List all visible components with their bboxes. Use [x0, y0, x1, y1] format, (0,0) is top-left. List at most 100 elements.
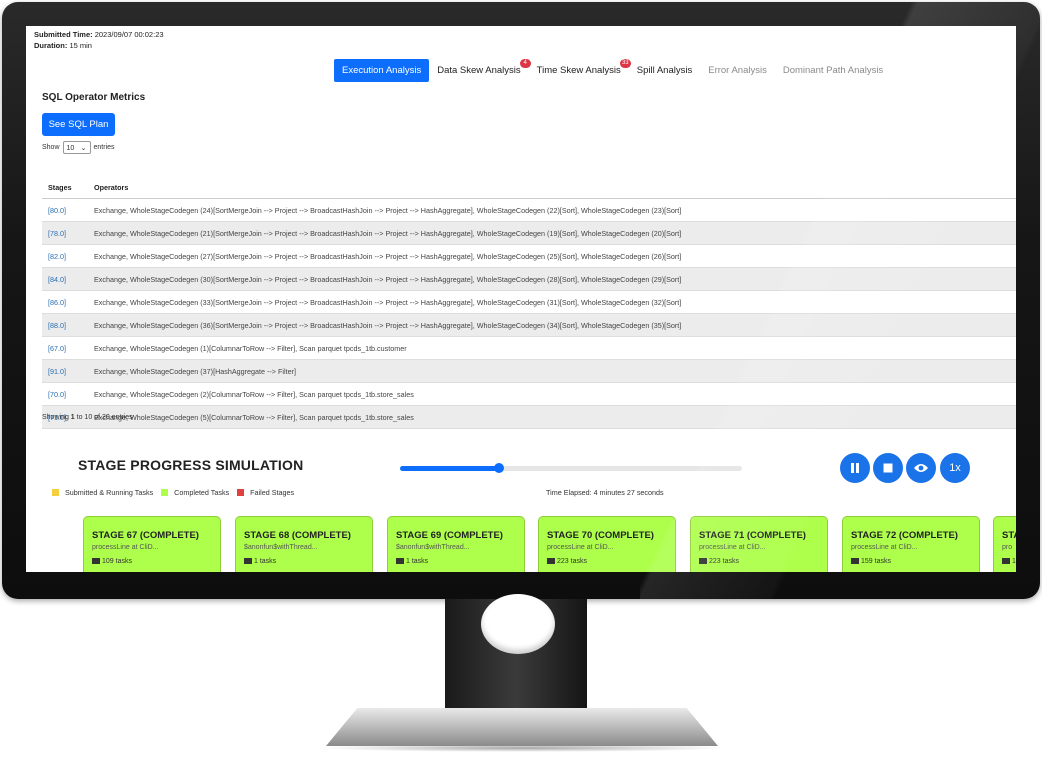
- stage-card-call-site: $anonfun$withThread...: [396, 544, 470, 551]
- stage-card-call-site: $anonfun$withThread...: [244, 544, 318, 551]
- submitted-value: 2023/09/07 00:02:23: [94, 30, 164, 39]
- stage-card-call-site: processLine at CliD...: [699, 544, 766, 551]
- stage-card-tasks: 1 tasks: [244, 558, 364, 565]
- see-sql-plan-button[interactable]: See SQL Plan: [42, 113, 115, 136]
- table-row: [84.0] Exchange, WholeStageCodegen (30)[S…: [42, 267, 1016, 291]
- analysis-tabs: Execution Analysis Data Skew Analysis 4 T…: [334, 59, 891, 82]
- entries-select[interactable]: 10 ⌄: [62, 141, 91, 154]
- tab-execution-analysis[interactable]: Execution Analysis: [334, 59, 430, 82]
- table-row: [86.0] Exchange, WholeStageCodegen (33)[S…: [42, 290, 1016, 314]
- simulation-legend: Submitted & Running Tasks Completed Task…: [52, 488, 294, 497]
- stage-card[interactable]: STAGE 72 (COMPLETE) processLine at CliD..…: [842, 516, 980, 572]
- simulation-title: STAGE PROGRESS SIMULATION: [78, 457, 304, 473]
- section-title: SQL Operator Metrics: [42, 92, 146, 103]
- tab-label: Spill Analysis: [636, 65, 693, 76]
- stage-link[interactable]: [78.0]: [42, 221, 93, 245]
- stage-link[interactable]: [80.0]: [42, 198, 93, 222]
- stage-card[interactable]: STAGE 71 (COMPLETE) processLine at CliD..…: [690, 516, 828, 572]
- stage-card-tasks: 223 tasks: [547, 558, 667, 565]
- operators-cell: Exchange, WholeStageCodegen (27)[SortMer…: [93, 244, 1016, 268]
- job-meta: Submitted Time: 2023/09/07 00:02:23 Dura…: [34, 29, 164, 51]
- tab-error-analysis[interactable]: Error Analysis: [700, 59, 775, 82]
- table-info-prefix: Showing: [42, 414, 71, 421]
- submitted-label: Submitted Time:: [34, 30, 93, 39]
- monitor-screen: Submitted Time: 2023/09/07 00:02:23 Dura…: [26, 26, 1016, 572]
- table-row: [67.0] Exchange, WholeStageCodegen (1)[Co…: [42, 336, 1016, 360]
- table-row: [70.0] Exchange, WholeStageCodegen (2)[Co…: [42, 382, 1016, 406]
- slider-thumb[interactable]: [494, 463, 505, 473]
- tasks-icon: [396, 558, 404, 565]
- table-row: [82.0] Exchange, WholeStageCodegen (27)[S…: [42, 244, 1016, 268]
- table-row: [71.0] Exchange, WholeStageCodegen (5)[Co…: [42, 405, 1016, 429]
- stage-card[interactable]: STAGE 68 (COMPLETE) $anonfun$withThread..…: [235, 516, 373, 572]
- show-label: Show: [42, 144, 60, 151]
- tab-label: Dominant Path Analysis: [782, 65, 884, 76]
- operators-cell: Exchange, WholeStageCodegen (2)[Columnar…: [93, 382, 1016, 406]
- simulation-progress-slider[interactable]: [400, 463, 742, 473]
- legend-label: Failed Stages: [250, 488, 295, 497]
- pause-button[interactable]: [840, 453, 870, 483]
- stage-card-task-count: 159 tasks: [861, 558, 891, 565]
- table-row: [80.0] Exchange, WholeStageCodegen (24)[S…: [42, 198, 1016, 222]
- tasks-icon: [851, 558, 859, 565]
- stage-card-title: STAGE 68 (COMPLETE): [244, 530, 351, 541]
- tab-data-skew-analysis[interactable]: Data Skew Analysis 4: [429, 59, 531, 82]
- table-info: Showing 1 to 10 of 20 entries: [42, 414, 133, 421]
- stage-link[interactable]: [82.0]: [42, 244, 93, 268]
- stage-card-call-site: pro: [1002, 544, 1013, 551]
- tasks-icon: [92, 558, 100, 565]
- stage-card[interactable]: STAGE 69 (COMPLETE) $anonfun$withThread..…: [387, 516, 525, 572]
- stage-card-title: STAGE 72 (COMPLETE): [851, 530, 958, 541]
- tasks-icon: [547, 558, 555, 565]
- monitor-base: [326, 708, 718, 746]
- stage-card[interactable]: STAGE 70 (COMPLETE) processLine at CliD..…: [538, 516, 676, 572]
- stage-card-title: STAGE 69 (COMPLETE): [396, 530, 503, 541]
- table-row: [91.0] Exchange, WholeStageCodegen (37)[H…: [42, 359, 1016, 383]
- entries-label: entries: [93, 144, 115, 151]
- pause-icon: [851, 463, 859, 473]
- stage-card-call-site: processLine at CliD...: [547, 544, 614, 551]
- stage-link[interactable]: [67.0]: [42, 336, 93, 360]
- stage-card[interactable]: STA pro 1: [993, 516, 1016, 572]
- tab-time-skew-analysis[interactable]: Time Skew Analysis 33: [529, 59, 631, 82]
- view-button[interactable]: [906, 453, 936, 483]
- tasks-icon: [699, 558, 707, 565]
- stage-card-call-site: processLine at CliD...: [851, 544, 918, 551]
- stage-link[interactable]: [84.0]: [42, 267, 93, 291]
- stage-card-task-count: 109 tasks: [102, 558, 132, 565]
- stage-card-title: STA: [1002, 530, 1016, 541]
- operators-cell: Exchange, WholeStageCodegen (37)[HashAgg…: [93, 359, 1016, 383]
- column-header-operators[interactable]: Operators: [93, 176, 1016, 199]
- stage-card-task-count: 223 tasks: [709, 558, 739, 565]
- tab-dominant-path-analysis[interactable]: Dominant Path Analysis: [775, 59, 891, 82]
- stage-card-tasks: 109 tasks: [92, 558, 212, 565]
- stage-link[interactable]: [86.0]: [42, 290, 93, 314]
- stage-card-tasks: 159 tasks: [851, 558, 971, 565]
- monitor-stand-cutout: [481, 594, 555, 654]
- time-elapsed: Time Elapsed: 4 minutes 27 seconds: [546, 488, 664, 497]
- legend-swatch-failed: [237, 489, 245, 496]
- operators-cell: Exchange, WholeStageCodegen (5)[Columnar…: [93, 405, 1016, 429]
- stage-link[interactable]: [70.0]: [42, 382, 93, 406]
- legend-swatch-running: [52, 489, 59, 496]
- stop-button[interactable]: [873, 453, 903, 483]
- tab-label: Data Skew Analysis: [437, 65, 521, 76]
- stage-card-title: STAGE 67 (COMPLETE): [92, 530, 199, 541]
- stage-card-tasks: 1 tasks: [396, 558, 516, 565]
- stage-link[interactable]: [88.0]: [42, 313, 93, 337]
- tab-spill-analysis[interactable]: Spill Analysis: [629, 59, 700, 82]
- stage-card-task-count: 1 tasks: [406, 558, 429, 565]
- tab-label: Error Analysis: [708, 65, 767, 76]
- operators-cell: Exchange, WholeStageCodegen (36)[SortMer…: [93, 313, 1016, 337]
- table-row: [88.0] Exchange, WholeStageCodegen (36)[S…: [42, 313, 1016, 337]
- stage-card-task-count: 1: [1012, 558, 1016, 565]
- speed-button[interactable]: 1x: [940, 453, 970, 483]
- stage-link[interactable]: [91.0]: [42, 359, 93, 383]
- stage-card-title: STAGE 70 (COMPLETE): [547, 530, 654, 541]
- legend-label: Submitted & Running Tasks: [65, 488, 154, 497]
- duration-value: 15 min: [69, 41, 92, 50]
- operators-cell: Exchange, WholeStageCodegen (21)[SortMer…: [93, 221, 1016, 245]
- stage-card[interactable]: STAGE 67 (COMPLETE) processLine at CliD..…: [83, 516, 221, 572]
- column-header-stages[interactable]: Stages: [42, 176, 93, 199]
- page-length-control: Show 10 ⌄ entries: [42, 141, 115, 154]
